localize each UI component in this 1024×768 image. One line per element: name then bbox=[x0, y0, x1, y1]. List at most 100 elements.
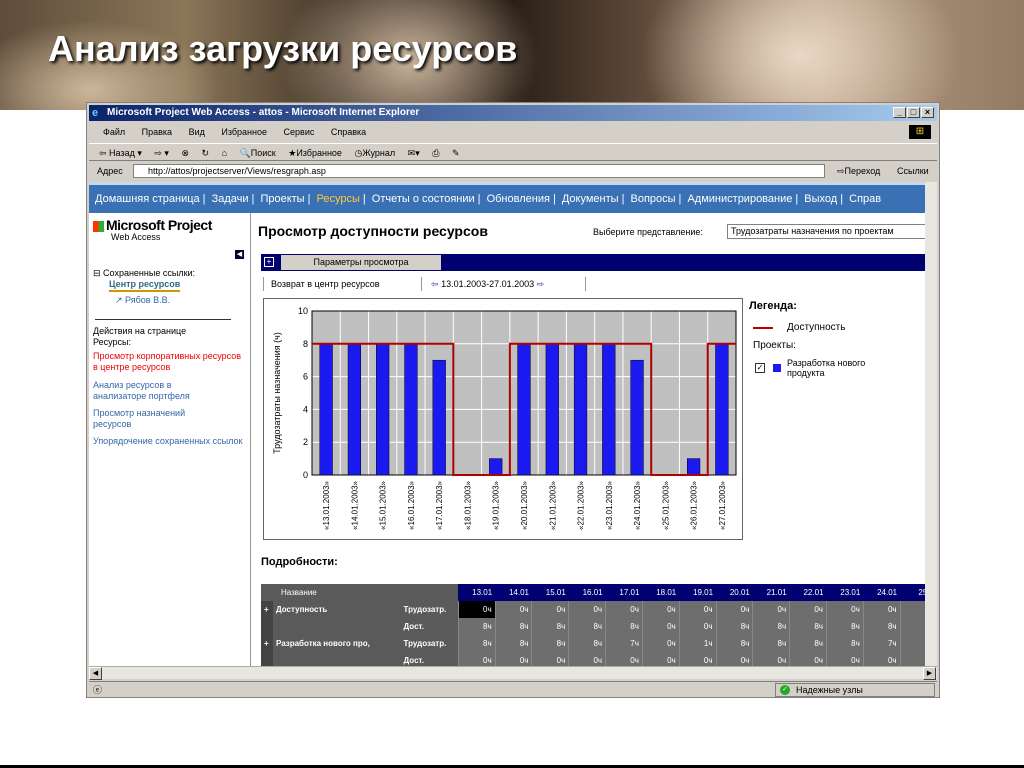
grid-cell[interactable]: 8ч bbox=[531, 635, 569, 652]
action-organize-links[interactable]: Упорядочение сохраненных ссылок bbox=[93, 436, 243, 447]
scroll-right-icon[interactable]: ▶ bbox=[923, 667, 936, 680]
grid-cell[interactable]: 8ч bbox=[752, 618, 790, 635]
grid-cell[interactable]: 8ч bbox=[789, 618, 827, 635]
nav-admin[interactable]: Администрирование bbox=[687, 193, 792, 205]
grid-cell[interactable]: 0ч bbox=[641, 652, 680, 666]
mail-icon[interactable]: ✉▾ bbox=[408, 148, 420, 158]
menu-help[interactable]: Справка bbox=[331, 127, 366, 137]
grid-cell[interactable]: 0ч bbox=[531, 601, 569, 618]
grid-cell[interactable]: 8ч bbox=[862, 618, 901, 635]
stop-icon[interactable]: ⊗ bbox=[181, 148, 189, 158]
refresh-icon[interactable]: ↻ bbox=[202, 148, 210, 158]
grid-cell[interactable]: 8ч bbox=[531, 618, 569, 635]
legend-checkbox[interactable]: ✓ bbox=[755, 363, 765, 373]
link-resource-center[interactable]: Центр ресурсов bbox=[109, 279, 181, 292]
grid-cell[interactable]: 8ч bbox=[715, 618, 753, 635]
grid-cell[interactable]: 0ч bbox=[678, 601, 717, 618]
address-input[interactable]: http://attos/projectserver/Views/resgrap… bbox=[133, 164, 825, 178]
print-icon[interactable]: ⎙ bbox=[432, 148, 439, 158]
nav-logout[interactable]: Выход bbox=[804, 193, 837, 205]
links-button[interactable]: Ссылки bbox=[897, 162, 929, 180]
action-view-assignments[interactable]: Просмотр назначений ресурсов bbox=[93, 408, 213, 430]
menu-tools[interactable]: Сервис bbox=[284, 127, 315, 137]
grid-cell[interactable]: 0ч bbox=[789, 652, 827, 666]
params-tab[interactable]: Параметры просмотра bbox=[281, 255, 441, 270]
go-button[interactable]: ⇨Переход bbox=[837, 162, 880, 180]
grid-cell[interactable]: 0ч bbox=[678, 618, 717, 635]
nav-tasks[interactable]: Задачи bbox=[212, 193, 249, 205]
grid-cell[interactable]: 8ч bbox=[568, 635, 606, 652]
grid-cell[interactable]: 0ч bbox=[568, 601, 606, 618]
history-button[interactable]: ◷Журнал bbox=[354, 148, 395, 158]
grid-cell[interactable]: 0ч bbox=[825, 652, 864, 666]
nav-resources[interactable]: Ресурсы bbox=[317, 193, 360, 205]
grid-row-name[interactable] bbox=[272, 652, 401, 666]
collapse-sidebar-icon[interactable]: ◀ bbox=[235, 250, 244, 259]
grid-cell[interactable]: 0ч bbox=[494, 601, 532, 618]
search-button[interactable]: 🔍Поиск bbox=[240, 148, 276, 158]
grid-cell[interactable]: 8ч bbox=[752, 635, 790, 652]
maximize-button[interactable]: □ bbox=[907, 107, 920, 118]
grid-cell[interactable]: 0ч bbox=[605, 652, 643, 666]
menu-favorites[interactable]: Избранное bbox=[221, 127, 267, 137]
link-person[interactable]: ↗ Рябов В.В. bbox=[115, 295, 170, 306]
minimize-button[interactable]: _ bbox=[893, 107, 906, 118]
back-to-resource-center[interactable]: Возврат в центр ресурсов bbox=[271, 275, 380, 293]
grid-row-name[interactable] bbox=[272, 618, 401, 635]
nav-projects[interactable]: Проекты bbox=[260, 193, 304, 205]
grid-cell[interactable]: 0ч bbox=[752, 601, 790, 618]
forward-button[interactable]: ⇨ ▾ bbox=[154, 148, 169, 158]
favorites-button[interactable]: ★Избранное bbox=[288, 148, 342, 158]
grid-cell[interactable]: 0ч bbox=[862, 601, 901, 618]
menu-edit[interactable]: Правка bbox=[142, 127, 172, 137]
nav-status-reports[interactable]: Отчеты о состоянии bbox=[372, 193, 475, 205]
grid-cell[interactable]: 0ч bbox=[494, 652, 532, 666]
grid-cell[interactable]: 8ч bbox=[825, 618, 864, 635]
grid-cell[interactable]: 8ч bbox=[789, 635, 827, 652]
expand-icon[interactable]: + bbox=[264, 257, 274, 267]
grid-cell[interactable]: 0ч bbox=[862, 652, 901, 666]
grid-row-name[interactable]: Разработка нового про, bbox=[272, 635, 401, 652]
grid-cell[interactable]: 8ч bbox=[715, 635, 753, 652]
grid-cell[interactable]: 8ч bbox=[605, 618, 643, 635]
grid-cell[interactable]: 7ч bbox=[605, 635, 643, 652]
date-range[interactable]: ⇦ 13.01.2003-27.01.2003 ⇨ bbox=[431, 275, 544, 293]
grid-cell[interactable]: 1ч bbox=[678, 635, 717, 652]
scroll-left-icon[interactable]: ◀ bbox=[89, 667, 102, 680]
nav-home[interactable]: Домашняя страница bbox=[95, 193, 200, 205]
grid-cell[interactable]: 0ч bbox=[678, 652, 717, 666]
view-select[interactable]: Трудозатраты назначения по проектам bbox=[727, 224, 937, 239]
vertical-scrollbar[interactable] bbox=[925, 182, 937, 666]
grid-cell[interactable]: 8ч bbox=[568, 618, 606, 635]
grid-cell[interactable]: 0ч bbox=[531, 652, 569, 666]
grid-cell[interactable]: 8ч bbox=[457, 635, 496, 652]
menu-file[interactable]: Файл bbox=[103, 127, 125, 137]
grid-cell[interactable]: 8ч bbox=[494, 618, 532, 635]
action-view-enterprise-resources[interactable]: Просмотр корпоративных ресурсов в центре… bbox=[93, 351, 243, 373]
grid-cell[interactable]: 0ч bbox=[641, 601, 680, 618]
grid-cell[interactable]: 0ч bbox=[568, 652, 606, 666]
grid-cell[interactable]: 0ч bbox=[715, 601, 753, 618]
nav-help[interactable]: Справ bbox=[849, 193, 881, 205]
grid-cell[interactable]: 8ч bbox=[457, 618, 496, 635]
nav-documents[interactable]: Документы bbox=[562, 193, 619, 205]
horizontal-scrollbar[interactable]: ◀ ▶ bbox=[89, 666, 937, 680]
grid-cell[interactable]: 8ч bbox=[825, 635, 864, 652]
grid-cell[interactable]: 8ч bbox=[494, 635, 532, 652]
grid-cell[interactable]: 0ч bbox=[605, 601, 643, 618]
nav-updates[interactable]: Обновления bbox=[487, 193, 550, 205]
grid-cell[interactable]: 7ч bbox=[862, 635, 901, 652]
grid-cell[interactable]: 0ч bbox=[641, 618, 680, 635]
edit-icon[interactable]: ✎ bbox=[452, 148, 460, 158]
menu-view[interactable]: Вид bbox=[189, 127, 205, 137]
nav-issues[interactable]: Вопросы bbox=[630, 193, 675, 205]
action-portfolio-analyzer[interactable]: Анализ ресурсов в анализаторе портфеля bbox=[93, 380, 203, 402]
grid-row-name[interactable]: Доступность bbox=[272, 601, 401, 618]
grid-cell[interactable]: 0ч bbox=[789, 601, 827, 618]
grid-cell[interactable]: 0ч bbox=[752, 652, 790, 666]
grid-cell[interactable]: 0ч bbox=[457, 652, 496, 666]
grid-cell[interactable]: 0ч bbox=[457, 601, 496, 618]
home-icon[interactable]: ⌂ bbox=[222, 148, 227, 158]
grid-cell[interactable]: 0ч bbox=[825, 601, 864, 618]
back-button[interactable]: ⇦ Назад ▾ bbox=[99, 148, 142, 158]
